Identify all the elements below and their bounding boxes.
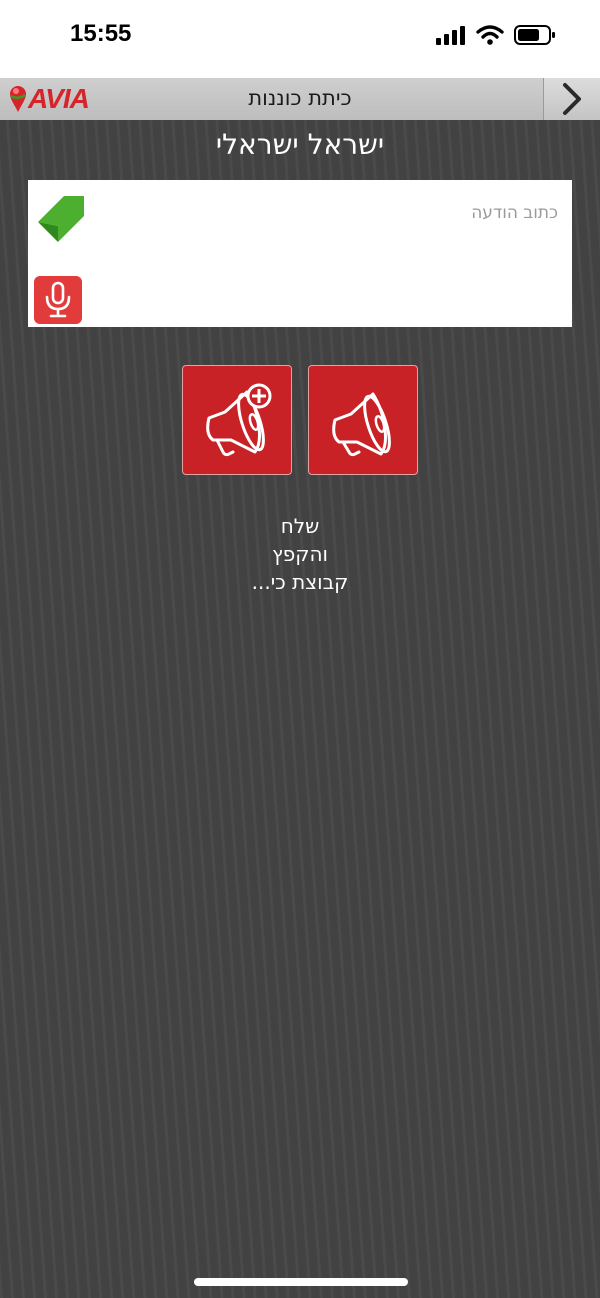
add-alarm-button[interactable] bbox=[182, 365, 292, 475]
caption-line-1: שלח bbox=[280, 514, 320, 538]
status-bar: 15:55 bbox=[0, 0, 600, 78]
microphone-icon bbox=[45, 281, 71, 318]
wifi-icon bbox=[476, 25, 504, 45]
message-input[interactable] bbox=[128, 198, 558, 228]
page-title: כיתת כוננות bbox=[248, 86, 352, 110]
caption-line-3: קבוצת כי... bbox=[251, 570, 349, 594]
caption-line-2: והקפץ bbox=[272, 542, 328, 566]
status-time: 15:55 bbox=[70, 20, 132, 47]
nav-bar: AVIA כיתת כוננות bbox=[0, 78, 600, 120]
back-button[interactable] bbox=[543, 78, 600, 120]
message-box bbox=[28, 180, 572, 327]
cellular-signal-icon bbox=[436, 26, 465, 45]
status-icons bbox=[436, 24, 556, 46]
battery-icon bbox=[514, 25, 555, 45]
microphone-button[interactable] bbox=[34, 276, 82, 324]
home-indicator[interactable] bbox=[194, 1278, 408, 1286]
send-alarm-caption: שלח והקפץ קבוצת כי... bbox=[0, 512, 600, 596]
send-alarm-button[interactable] bbox=[308, 365, 418, 475]
send-message-button[interactable] bbox=[34, 190, 88, 244]
megaphone-plus-icon bbox=[206, 383, 272, 457]
send-arrow-icon bbox=[38, 196, 84, 242]
megaphone-icon bbox=[332, 392, 391, 457]
chevron-right-icon bbox=[563, 83, 581, 115]
user-name: ישראל ישראלי bbox=[215, 128, 385, 161]
